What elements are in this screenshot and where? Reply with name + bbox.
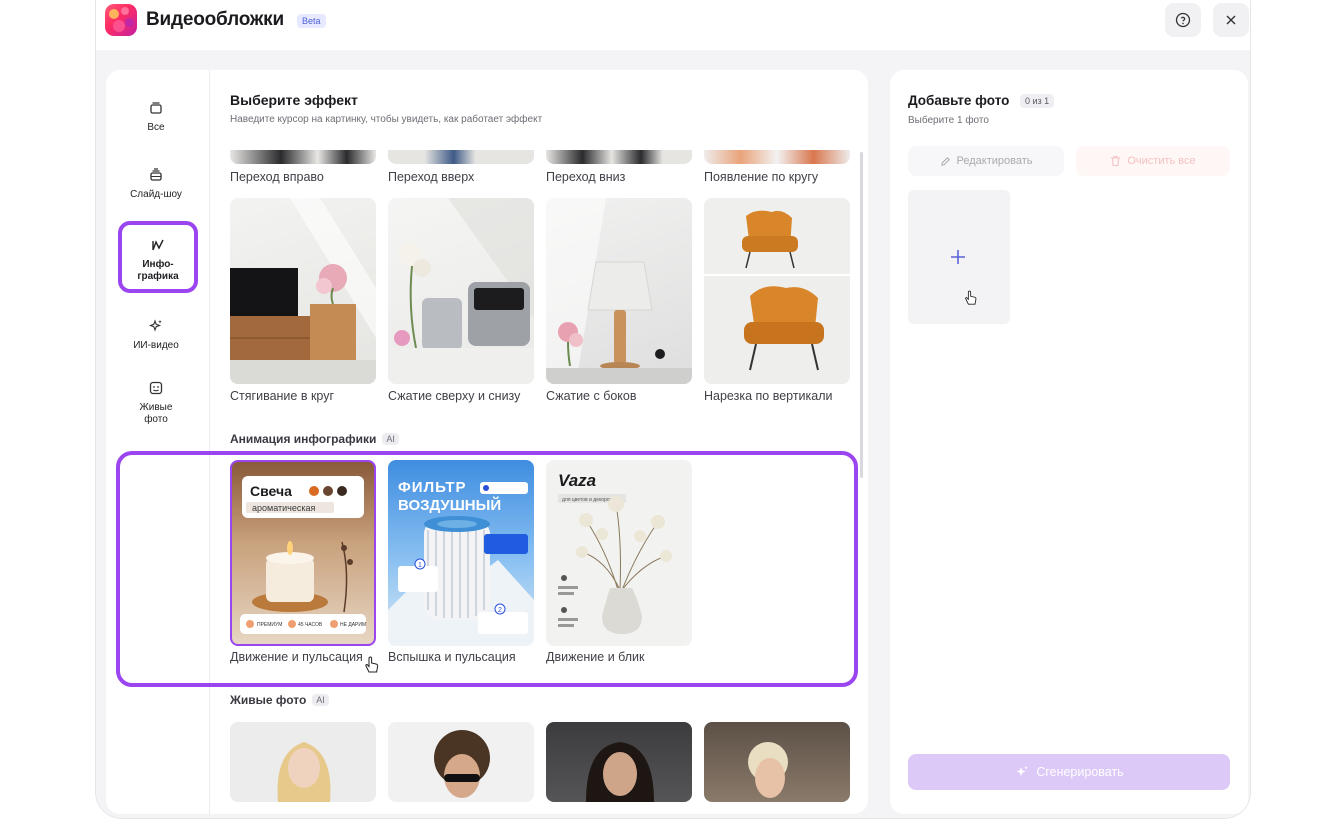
tv-room-image [230,198,376,384]
effect-thumbnail-lamp[interactable] [546,198,692,384]
generate-button[interactable]: Сгенерировать [908,754,1230,790]
layers-icon [150,102,162,114]
live-photo-thumbnail[interactable] [546,722,692,802]
ai-badge: AI [382,433,399,445]
section-title-infographics: Анимация инфографики AI [230,432,399,446]
help-icon [1175,12,1191,28]
ai-badge: AI [312,694,329,706]
workspace: Все Слайд-шоу Инфо- графика ИИ-видео Жив… [96,50,1250,818]
slideshow-icon [150,168,162,181]
effect-label: Сжатие сверху и снизу [388,389,521,403]
category-sidebar: Все Слайд-шоу Инфо- графика ИИ-видео Жив… [106,70,210,814]
effect-thumbnail-toasters[interactable] [388,198,534,384]
live-photo-thumbnail[interactable] [388,722,534,802]
section-title-live-photos: Живые фото AI [230,693,329,707]
sidebar-item-slideshow[interactable]: Слайд-шоу [116,167,196,201]
app-logo-icon [105,4,137,36]
effect-label: Сжатие с боков [546,389,637,403]
sidebar-item-label: Все [147,122,165,133]
sparkles-icon [1016,766,1029,776]
app-window: Видеообложки Beta Все Слайд-шоу Инфо- гр… [96,0,1250,818]
live-photo-thumbnail[interactable] [230,722,376,802]
effect-thumbnail[interactable] [704,150,850,164]
sidebar-item-label: ИИ-видео [133,340,179,351]
effect-thumbnail-tv-room[interactable] [230,198,376,384]
header: Видеообложки Beta [96,0,1250,48]
sidebar-item-ai-video[interactable]: ИИ-видео [116,318,196,352]
pencil-icon [940,156,950,166]
upload-subtitle: Выберите 1 фото [908,115,989,126]
scrollbar[interactable] [860,152,863,478]
portrait-image [748,742,788,798]
effect-label: Нарезка по вертикали [704,389,833,403]
page-title: Выберите эффект [230,92,358,108]
effect-label: Стягивание в круг [230,389,335,403]
portrait-image [434,730,490,798]
sidebar-item-live-photos[interactable]: Живые фото [116,380,196,426]
portrait-image [586,742,654,802]
sidebar-item-label: Живые фото [139,402,173,425]
trash-icon [1111,155,1121,167]
app-title: Видеообложки [146,9,284,30]
edit-button[interactable]: Редактировать [908,146,1064,176]
close-icon [1226,15,1236,25]
sidebar-item-all[interactable]: Все [116,100,196,134]
sparkles-icon [148,319,162,332]
help-button[interactable] [1165,3,1201,37]
add-photo-tile[interactable] [908,190,1010,324]
toasters-image [388,198,534,384]
live-photo-icon [149,381,163,395]
chairs-image [704,198,850,384]
effect-thumbnail[interactable] [230,150,376,164]
effect-label: Переход вверх [388,170,475,184]
effect-label: Переход вниз [546,170,626,184]
effects-content: Выберите эффект Наведите курсор на карти… [210,70,868,814]
sidebar-item-label: Слайд-шоу [130,189,182,200]
hand-cursor-icon [965,290,977,305]
photo-count-badge: 0 из 1 [1020,94,1055,108]
plus-icon [951,250,965,264]
upload-panel: Добавьте фото 0 из 1 Выберите 1 фото Ред… [890,70,1248,814]
sidebar-item-infographics[interactable]: Инфо- графика [118,221,198,293]
lamp-image [546,198,692,384]
effect-thumbnail-chairs[interactable] [704,198,850,384]
live-photo-thumbnail[interactable] [704,722,850,802]
upload-title: Добавьте фото [908,93,1010,108]
close-button[interactable] [1213,3,1249,37]
infographics-highlight-frame [116,451,858,687]
effect-label: Переход вправо [230,170,324,184]
effects-panel: Все Слайд-шоу Инфо- графика ИИ-видео Жив… [106,70,868,814]
page-subtitle: Наведите курсор на картинку, чтобы увиде… [230,114,543,125]
effect-thumbnail[interactable] [388,150,534,164]
chart-line-icon [152,239,164,251]
effect-thumbnail[interactable] [546,150,692,164]
clear-all-button[interactable]: Очистить все [1076,146,1230,176]
portrait-image [277,742,331,802]
effect-label: Появление по кругу [704,170,819,184]
sidebar-item-label: Инфо- графика [137,259,179,282]
beta-badge: Beta [297,14,326,28]
